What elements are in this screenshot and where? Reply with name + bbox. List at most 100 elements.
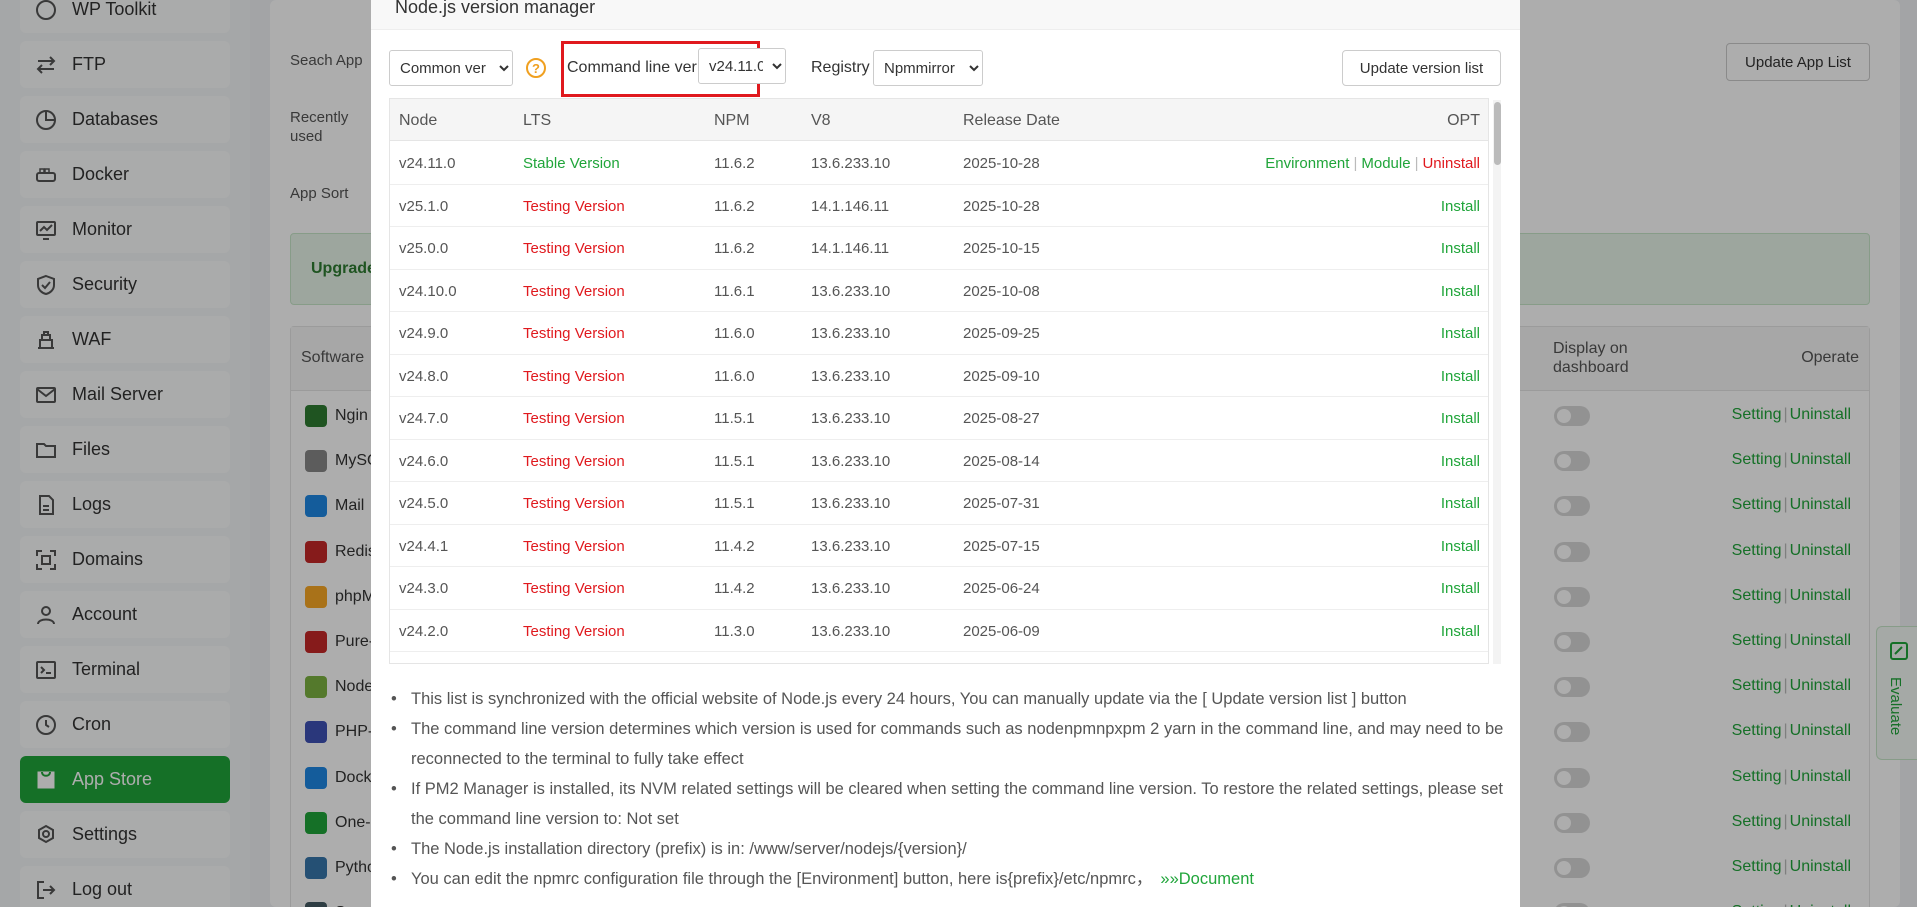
version-row: v24.2.0 Testing Version 11.3.0 13.6.233.10 2… (390, 610, 1488, 652)
node-version: v24.5.0 (399, 495, 449, 512)
v8-version: 13.6.233.10 (811, 452, 891, 470)
release-date: 2025-09-25 (963, 325, 1040, 342)
version-row: v24.10.0 Testing Version 11.6.1 13.6.233.10… (390, 270, 1488, 312)
install-link[interactable]: Install (1441, 538, 1480, 555)
release-date: 2025-10-28 (963, 197, 1040, 215)
node-version: v24.2.0 (399, 622, 449, 640)
release-date: 2025-08-27 (963, 410, 1040, 427)
col-npm: NPM (714, 112, 750, 129)
release-date: 2025-06-24 (963, 580, 1040, 597)
common-version-select[interactable]: Common ver (389, 50, 513, 86)
table-scrollbar[interactable] (1493, 100, 1501, 664)
v8-version: 13.6.233.10 (811, 367, 891, 385)
note-text: The Node.js installation directory (pref… (411, 840, 967, 858)
lts-status: Testing Version (523, 495, 625, 512)
node-version: v24.11.0 (399, 155, 456, 172)
version-row: v24.9.0 Testing Version 11.6.0 13.6.233.10 2… (390, 312, 1488, 355)
v8-version: 13.6.233.10 (811, 325, 891, 342)
npm-version: 11.3.0 (714, 622, 755, 640)
install-link[interactable]: Install (1441, 325, 1480, 342)
npm-version: 11.5.1 (714, 410, 755, 427)
install-link[interactable]: Install (1441, 453, 1480, 470)
node-version: v24.7.0 (399, 410, 449, 427)
node-version-table: Node LTS NPM V8 Release Date OPT v24.11.… (389, 98, 1489, 664)
install-link[interactable]: Install (1441, 368, 1480, 385)
dialog-title: Node.js version manager (395, 0, 596, 17)
install-link[interactable]: Install (1441, 410, 1480, 427)
npm-version: 11.6.2 (714, 197, 755, 215)
document-link[interactable]: »»Document (1160, 870, 1254, 888)
npm-version: 11.6.0 (714, 325, 755, 342)
note-item: If PM2 Manager is installed, its NVM rel… (389, 774, 1504, 834)
release-date: 2025-10-15 (963, 240, 1040, 257)
node-version: v24.8.0 (399, 367, 449, 385)
col-v8: V8 (811, 112, 831, 129)
install-link[interactable]: Install (1441, 283, 1480, 300)
v8-version: 13.6.233.10 (811, 622, 891, 640)
command-line-version-select[interactable]: v24.11.0 (698, 48, 786, 84)
v8-version: 13.6.233.10 (811, 537, 891, 555)
npm-version: 11.4.2 (714, 580, 755, 597)
notes-list: This list is synchronized with the offic… (389, 684, 1504, 894)
node-version: v24.10.0 (399, 282, 457, 300)
npm-version: 11.5.1 (714, 452, 755, 470)
note-item: This list is synchronized with the offic… (389, 684, 1504, 714)
lts-status: Testing Version (523, 325, 625, 342)
npm-version: 11.6.1 (714, 282, 755, 300)
note-text: The command line version determines whic… (411, 720, 1504, 768)
command-line-ver-label: Command line ver (567, 59, 697, 76)
version-row: v24.4.1 Testing Version 11.4.2 13.6.233.10 2… (390, 525, 1488, 567)
lts-status: Testing Version (523, 367, 625, 385)
version-row: v24.8.0 Testing Version 11.6.0 13.6.233.10 2… (390, 355, 1488, 397)
lts-status: Stable Version (523, 155, 620, 172)
v8-version: 13.6.233.10 (811, 282, 891, 300)
lts-status: Testing Version (523, 197, 625, 215)
version-row: v25.0.0 Testing Version 11.6.2 14.1.146.11 2… (390, 227, 1488, 270)
uninstall-link[interactable]: Uninstall (1422, 155, 1480, 172)
lts-status: Testing Version (523, 410, 625, 427)
col-lts: LTS (523, 112, 552, 129)
col-node: Node (399, 112, 438, 129)
version-row: v24.11.0 Stable Version 11.6.2 13.6.233.10 2… (390, 142, 1488, 185)
install-link[interactable]: Install (1441, 495, 1480, 512)
lts-status: Testing Version (523, 452, 625, 470)
version-table-header: Node LTS NPM V8 Release Date OPT (390, 99, 1488, 141)
lts-status: Testing Version (523, 240, 625, 257)
environment-link[interactable]: Environment (1265, 155, 1349, 172)
note-text: If PM2 Manager is installed, its NVM rel… (411, 780, 1503, 828)
npm-version: 11.4.2 (714, 537, 755, 555)
module-link[interactable]: Module (1361, 155, 1410, 172)
note-item: You can edit the npmrc configuration fil… (389, 864, 1504, 894)
release-date: 2025-07-15 (963, 537, 1040, 555)
npm-version: 11.6.0 (714, 367, 755, 385)
install-link[interactable]: Install (1441, 580, 1480, 597)
col-opt: OPT (1447, 112, 1480, 129)
help-icon[interactable]: ? (526, 58, 546, 78)
separator: | (1414, 155, 1419, 172)
install-link[interactable]: Install (1441, 198, 1480, 215)
node-version: v25.1.0 (399, 197, 449, 215)
version-row: v24.7.0 Testing Version 11.5.1 13.6.233.10 2… (390, 397, 1488, 440)
v8-version: 13.6.233.10 (811, 580, 891, 597)
version-row: v24.6.0 Testing Version 11.5.1 13.6.233.10 2… (390, 440, 1488, 482)
version-row: v25.1.0 Testing Version 11.6.2 14.1.146.11 2… (390, 185, 1488, 227)
node-version: v24.3.0 (399, 580, 449, 597)
lts-status: Testing Version (523, 537, 625, 555)
install-link[interactable]: Install (1441, 240, 1480, 257)
node-version: v24.4.1 (399, 537, 449, 555)
registry-select[interactable]: Npmmirror (873, 50, 983, 86)
release-date: 2025-06-09 (963, 622, 1040, 640)
update-version-list-button[interactable]: Update version list (1342, 50, 1501, 86)
v8-version: 14.1.146.11 (811, 197, 890, 215)
lts-status: Testing Version (523, 580, 625, 597)
table-scroll-thumb[interactable] (1494, 102, 1501, 165)
version-row: v24.3.0 Testing Version 11.4.2 13.6.233.10 2… (390, 567, 1488, 610)
release-date: 2025-08-14 (963, 452, 1040, 470)
release-date: 2025-10-08 (963, 282, 1040, 300)
node-version: v25.0.0 (399, 240, 449, 257)
row-actions: Environment | Module | Uninstall (1265, 155, 1480, 172)
install-link[interactable]: Install (1441, 623, 1480, 640)
release-date: 2025-07-31 (963, 495, 1040, 512)
separator: | (1353, 155, 1358, 172)
note-item: The command line version determines whic… (389, 714, 1504, 774)
